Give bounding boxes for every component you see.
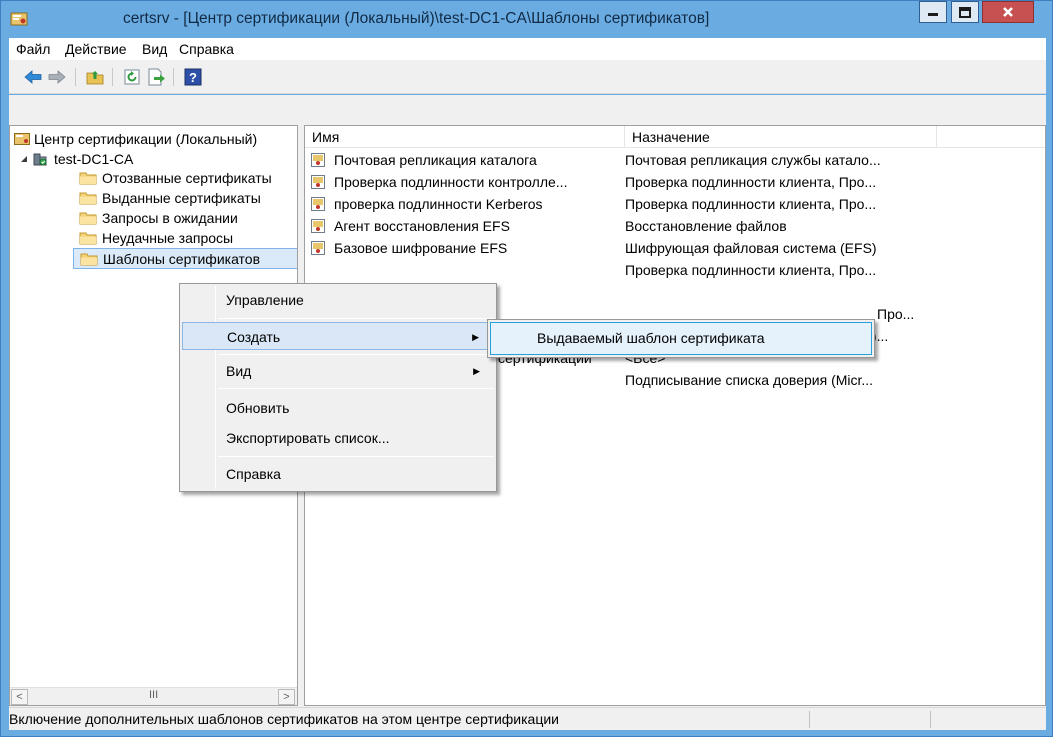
tree-folder-label: Неудачные запросы (102, 230, 234, 246)
ca-server-icon (33, 153, 47, 166)
template-name: Проверка подлинности контролле... (334, 174, 568, 190)
menu-gutter (215, 286, 216, 489)
template-row[interactable]: Агент восстановления EFS Восстановление ф… (305, 215, 1045, 237)
title-bar[interactable]: certsrv - [Центр сертификации (Локальный… (1, 1, 1052, 38)
menu-separator (218, 456, 494, 457)
certificate-template-icon (311, 219, 325, 233)
template-purpose: Шифрующая файловая система (EFS) (625, 240, 877, 256)
expanded-chevron-icon[interactable] (20, 155, 28, 163)
context-menu: Управление Создать ▶ Вид ▶ Обновить Эксп… (179, 283, 497, 492)
menu-item-export-list[interactable]: Экспортировать список... (182, 424, 494, 452)
tree-folder-label: Выданные сертификаты (102, 190, 261, 206)
forward-arrow-icon[interactable] (47, 67, 67, 87)
menu-item-manage[interactable]: Управление (182, 286, 494, 314)
toolbar: ? (9, 60, 1046, 94)
certificate-template-icon (311, 241, 325, 255)
certificate-template-icon (311, 175, 325, 189)
help-icon[interactable]: ? (183, 67, 203, 87)
template-row[interactable]: Проверка подлинности клиента, Про... (305, 259, 1045, 281)
column-header-empty (937, 126, 1045, 148)
status-text: Включение дополнительных шаблонов сертиф… (9, 711, 559, 727)
menu-bar: Файл Действие Вид Справка (9, 38, 1046, 60)
folder-icon (80, 253, 98, 266)
back-arrow-icon[interactable] (23, 67, 43, 87)
close-button[interactable] (982, 1, 1034, 23)
tree-folder-label: Отозванные сертификаты (102, 170, 272, 186)
menu-item-create[interactable]: Создать ▶ (182, 322, 494, 350)
menu-help[interactable]: Справка (179, 41, 234, 57)
certificate-template-icon (311, 153, 325, 167)
template-purpose: Восстановление файлов (625, 218, 787, 234)
certificate-template-icon (311, 197, 325, 211)
export-list-icon[interactable] (146, 67, 166, 87)
tree-folder-node[interactable]: Шаблоны сертификатов (73, 248, 297, 269)
template-name: Базовое шифрование EFS (334, 240, 508, 256)
mmc-window: certsrv - [Центр сертификации (Локальный… (0, 0, 1053, 737)
template-row[interactable]: Базовое шифрование EFS Шифрующая файловая… (305, 237, 1045, 259)
column-header-name[interactable]: Имя (305, 126, 625, 148)
status-bar: Включение дополнительных шаблонов сертиф… (9, 707, 1046, 730)
menu-action[interactable]: Действие (65, 41, 127, 57)
toolbar-separator (173, 68, 174, 86)
menu-separator (218, 318, 494, 319)
tree-folder-label: Запросы в ожидании (102, 210, 238, 226)
submenu-arrow-icon: ▶ (473, 366, 480, 376)
tree-ca-label: test-DC1-CA (54, 151, 134, 167)
svg-text:?: ? (189, 70, 197, 85)
status-divider (930, 711, 931, 728)
template-name: Агент восстановления EFS (334, 218, 510, 234)
submenu-arrow-icon: ▶ (472, 332, 479, 342)
menu-view[interactable]: Вид (142, 41, 167, 57)
tree-folder-node[interactable]: Неудачные запросы (76, 228, 296, 248)
template-row[interactable]: проверка подлинности Kerberos Проверка по… (305, 193, 1045, 215)
tree-root-label: Центр сертификации (Локальный) (34, 131, 258, 147)
folder-icon (79, 172, 97, 185)
column-header-purpose[interactable]: Назначение (625, 126, 937, 148)
template-purpose: Проверка подлинности клиента, Про... (625, 196, 877, 212)
folder-icon (79, 192, 97, 205)
up-folder-icon[interactable] (85, 67, 105, 87)
maximize-button[interactable] (951, 1, 979, 23)
minimize-button[interactable] (919, 1, 947, 23)
menu-separator (218, 354, 494, 355)
menu-file[interactable]: Файл (16, 41, 50, 57)
template-name: Почтовая репликация каталога (334, 152, 537, 168)
template-purpose: Почтовая репликация службы катало... (625, 152, 881, 168)
tree-folder-label: Шаблоны сертификатов (103, 251, 261, 267)
template-name: проверка подлинности Kerberos (334, 196, 543, 212)
menu-item-refresh[interactable]: Обновить (182, 394, 494, 422)
certsrv-app-icon[interactable] (10, 11, 28, 27)
maximize-icon (959, 6, 971, 18)
status-divider (809, 711, 810, 728)
scrollbar-thumb[interactable]: III (149, 689, 158, 701)
tree-folder-node[interactable]: Выданные сертификаты (76, 188, 296, 208)
scroll-right-button[interactable]: > (278, 689, 295, 705)
tree-folder-node[interactable]: Запросы в ожидании (76, 208, 296, 228)
toolbar-separator (75, 68, 76, 86)
template-row[interactable]: Почтовая репликация каталога Почтовая реп… (305, 149, 1045, 171)
template-purpose: Про... (877, 306, 915, 322)
menu-item-view[interactable]: Вид ▶ (182, 357, 494, 385)
tree-folder-node[interactable]: Отозванные сертификаты (76, 168, 296, 188)
window-title: certsrv - [Центр сертификации (Локальный… (123, 10, 710, 27)
template-purpose: Проверка подлинности клиента, Про... (625, 262, 877, 278)
tree-horizontal-scrollbar[interactable]: < III > (10, 687, 297, 705)
menu-item-issue-certificate-template[interactable]: Выдаваемый шаблон сертификата (490, 322, 872, 355)
scroll-left-button[interactable]: < (11, 689, 28, 705)
menu-item-help[interactable]: Справка (182, 460, 494, 488)
template-purpose: Проверка подлинности клиента, Про... (625, 174, 877, 190)
create-submenu: Выдаваемый шаблон сертификата (487, 319, 875, 358)
folder-icon (79, 212, 97, 225)
template-row[interactable]: Проверка подлинности контролле... Проверк… (305, 171, 1045, 193)
menu-separator (218, 388, 494, 389)
minimize-icon (928, 13, 938, 16)
certification-authority-icon (14, 133, 30, 145)
folder-icon (79, 232, 97, 245)
template-purpose: Подписывание списка доверия (Micr... (625, 372, 874, 388)
close-icon (1003, 7, 1013, 17)
refresh-icon[interactable] (122, 67, 142, 87)
toolbar-separator (112, 68, 113, 86)
